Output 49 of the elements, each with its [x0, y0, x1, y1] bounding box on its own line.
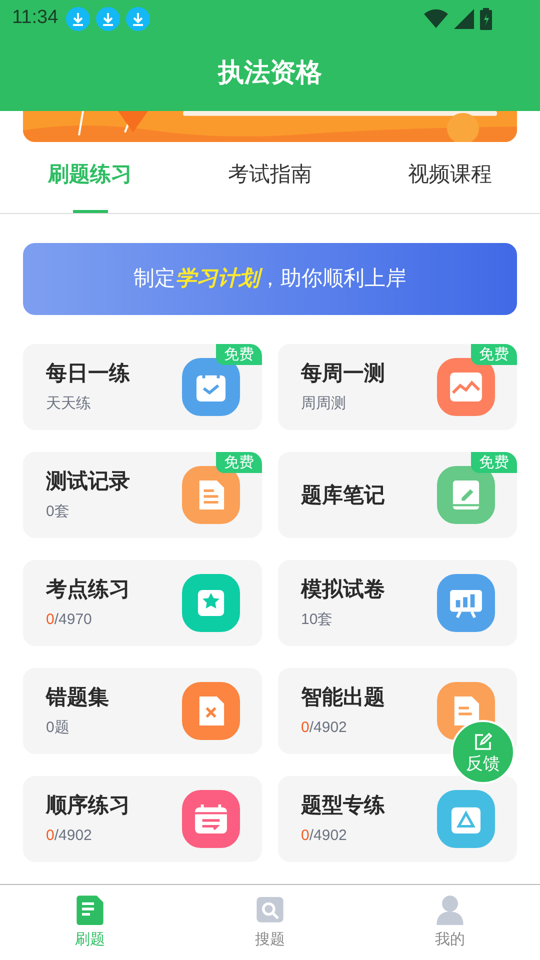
study-plan-banner[interactable]: 制定学习计划，助你顺利上岸 — [23, 243, 517, 315]
feature-card[interactable]: 每周一测 周周测 免费 — [278, 344, 517, 430]
card-subtitle: 天天练 — [46, 396, 92, 411]
free-badge: 免费 — [471, 344, 517, 365]
free-badge: 免费 — [216, 452, 262, 473]
progress-count: 0/4902 — [46, 828, 93, 843]
battery-icon — [480, 8, 492, 30]
card-subtitle: 0题 — [46, 720, 70, 735]
edit-icon — [473, 732, 493, 752]
tab[interactable]: 考试指南 — [180, 142, 360, 213]
card-title: 测试记录 — [46, 471, 130, 492]
progress-count: 0/4902 — [301, 720, 348, 735]
card-title: 每周一测 — [301, 363, 385, 384]
card-title: 题库笔记 — [301, 484, 385, 506]
card-subtitle: 10套 — [301, 612, 334, 627]
card-title: 考点练习 — [46, 579, 130, 600]
feature-card[interactable]: 顺序练习 0/4902 — [23, 776, 262, 862]
feature-card[interactable]: 测试记录 0套 免费 — [23, 452, 262, 538]
wifi-icon — [424, 8, 448, 28]
signal-icon — [454, 8, 474, 28]
card-subtitle: 周周测 — [301, 396, 347, 411]
progress-count: 0/4970 — [46, 612, 93, 627]
nav-item[interactable]: 我的 — [360, 885, 540, 960]
download-icon — [96, 6, 120, 30]
nav-item[interactable]: 搜题 — [180, 885, 360, 960]
tab[interactable]: 视频课程 — [360, 142, 540, 213]
card-title: 智能出题 — [301, 687, 385, 708]
download-icon — [126, 6, 150, 30]
card-title: 题型专练 — [301, 795, 385, 816]
feature-card[interactable]: 错题集 0题 — [23, 668, 262, 754]
card-title: 每日一练 — [46, 363, 130, 384]
banner-text: 制定学习计划，助你顺利上岸 — [134, 266, 406, 292]
document-icon — [74, 893, 106, 926]
card-title: 顺序练习 — [46, 795, 130, 816]
feature-card[interactable]: 每日一练 天天练 免费 — [23, 344, 262, 430]
download-icon — [66, 6, 90, 30]
feature-card[interactable]: 题型专练 0/4902 — [278, 776, 517, 862]
page-title: 执法资格 — [218, 56, 322, 88]
card-subtitle: 0套 — [46, 504, 70, 519]
feature-card[interactable]: 模拟试卷 10套 — [278, 560, 517, 646]
free-badge: 免费 — [216, 344, 262, 365]
card-title: 错题集 — [46, 687, 109, 708]
progress-count: 0/4902 — [301, 828, 348, 843]
free-badge: 免费 — [471, 452, 517, 473]
status-time: 11:34 — [12, 6, 58, 30]
card-title: 模拟试卷 — [301, 579, 385, 600]
profile-icon — [434, 893, 466, 926]
feature-card[interactable]: 题库笔记 免费 — [278, 452, 517, 538]
feature-card[interactable]: 考点练习 0/4970 — [23, 560, 262, 646]
